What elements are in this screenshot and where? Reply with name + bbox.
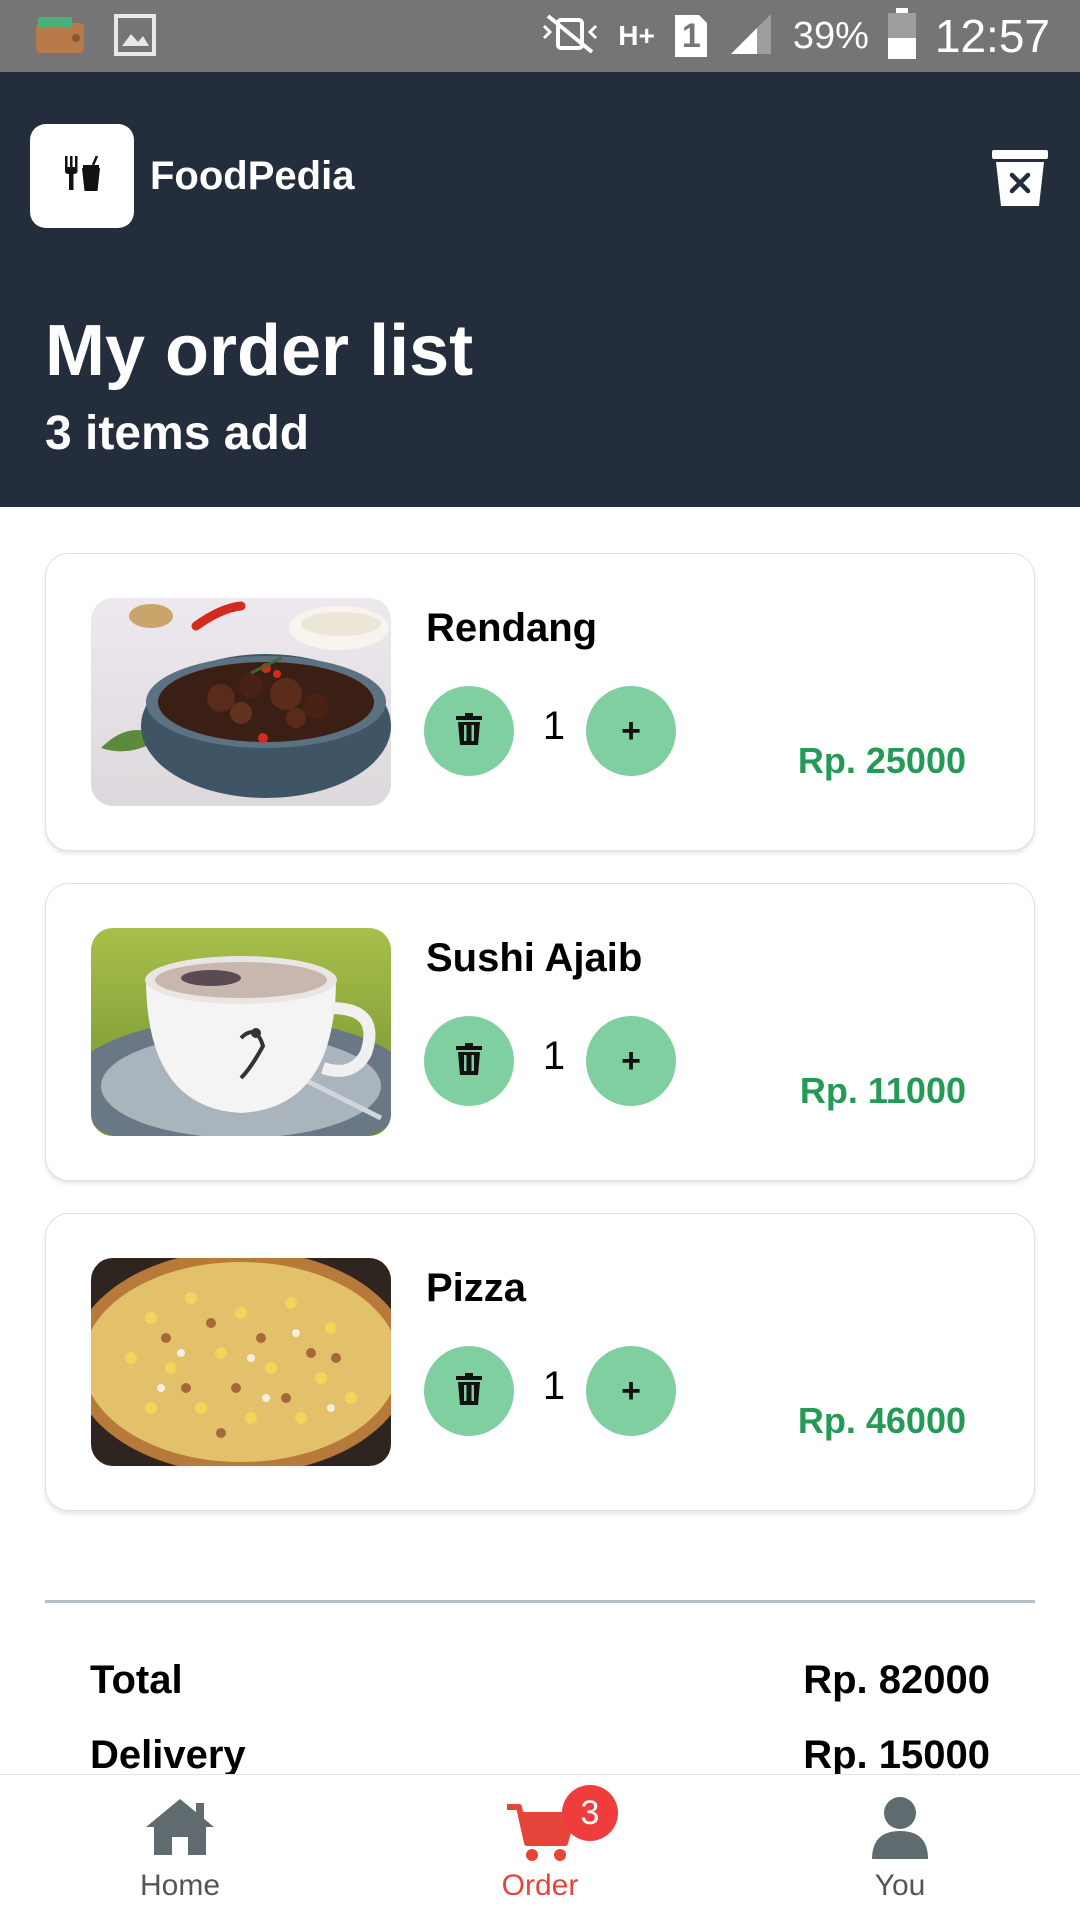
nav-order[interactable]: 3 Order — [440, 1775, 640, 1921]
signal-icon — [727, 12, 775, 61]
nav-you-label: You — [874, 1869, 926, 1902]
summary-divider — [45, 1600, 1035, 1603]
nav-home[interactable]: Home — [80, 1775, 280, 1921]
item-price: Rp. 11000 — [799, 1070, 966, 1111]
item-quantity: 1 — [542, 1364, 566, 1408]
order-item-card: Rendang 1 + Rp. 25000 — [45, 553, 1035, 851]
items-count-subtitle: 3 items add — [45, 407, 310, 460]
nav-home-label: Home — [139, 1869, 221, 1902]
battery-icon — [887, 7, 917, 65]
item-name: Sushi Ajaib — [426, 936, 643, 980]
trash-clear-icon — [990, 150, 1050, 212]
app-logo — [30, 124, 134, 228]
sim-icon: 1 — [673, 13, 709, 59]
increase-quantity-button[interactable]: + — [586, 1346, 676, 1436]
total-label: Total — [90, 1658, 183, 1702]
app-name: FoodPedia — [150, 154, 355, 198]
increase-quantity-button[interactable]: + — [586, 686, 676, 776]
vibrate-mute-icon — [540, 12, 600, 61]
wallet-icon — [34, 15, 86, 60]
order-item-card: Sushi Ajaib 1 + Rp. 11000 — [45, 883, 1035, 1181]
app-header: FoodPedia My order list 3 items add — [0, 72, 1080, 507]
item-quantity: 1 — [542, 704, 566, 748]
total-value: Rp. 82000 — [803, 1658, 990, 1702]
network-type: H+ — [618, 20, 655, 51]
order-item-card: Pizza 1 + Rp. 46000 — [45, 1213, 1035, 1511]
delivery-value: Rp. 15000 — [803, 1733, 990, 1777]
delete-item-button[interactable] — [424, 686, 514, 776]
home-icon — [144, 1795, 216, 1862]
food-image-coffee-cup — [91, 928, 391, 1136]
increase-quantity-button[interactable]: + — [586, 1016, 676, 1106]
user-icon — [870, 1795, 930, 1866]
delete-item-button[interactable] — [424, 1016, 514, 1106]
item-price: Rp. 25000 — [797, 740, 966, 781]
sim-number: 1 — [681, 17, 701, 55]
trash-icon — [456, 1042, 482, 1080]
item-price: Rp. 46000 — [797, 1400, 966, 1441]
clear-cart-button[interactable] — [990, 148, 1050, 208]
trash-icon — [456, 712, 482, 750]
image-icon — [114, 14, 156, 61]
page-title: My order list — [45, 311, 474, 391]
food-image-pizza — [91, 1258, 391, 1466]
battery-percent: 39% — [792, 14, 869, 57]
trash-icon — [456, 1372, 482, 1410]
delete-item-button[interactable] — [424, 1346, 514, 1436]
delivery-label: Delivery — [90, 1733, 246, 1777]
status-bar: H+ 1 39% 12:57 — [0, 0, 1080, 72]
clock: 12:57 — [934, 10, 1050, 62]
nav-you[interactable]: You — [800, 1775, 1000, 1921]
bottom-navigation: Home 3 Order You — [0, 1774, 1080, 1921]
cart-count-badge: 3 — [562, 1785, 618, 1841]
item-name: Pizza — [426, 1266, 527, 1310]
delivery-row: Delivery Rp. 15000 — [90, 1733, 990, 1778]
nav-order-label: Order — [501, 1869, 579, 1902]
total-row: Total Rp. 82000 — [90, 1658, 990, 1703]
item-quantity: 1 — [542, 1034, 566, 1078]
food-image-rendang — [91, 598, 391, 806]
item-name: Rendang — [426, 606, 598, 650]
fork-knife-cup-icon — [62, 154, 102, 197]
